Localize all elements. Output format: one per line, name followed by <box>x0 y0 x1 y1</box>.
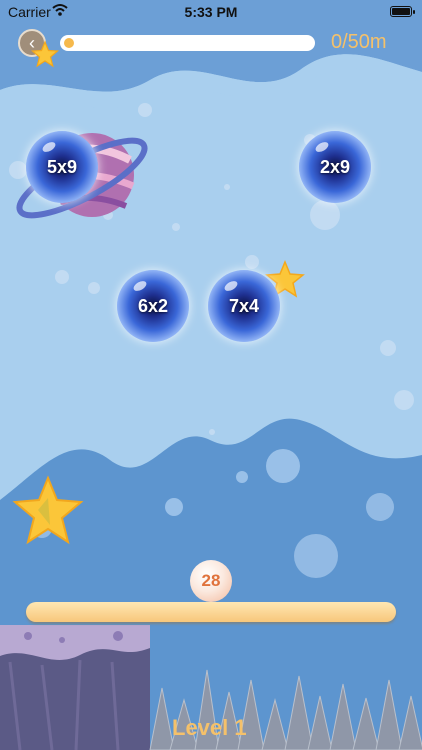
bubble-label: 6x2 <box>137 295 169 316</box>
answer-bubble[interactable]: 7x4 <box>208 270 280 342</box>
distance-progress-bar <box>60 35 315 51</box>
answer-bubble[interactable]: 2x9 <box>299 131 371 203</box>
progress-marker <box>64 38 74 48</box>
distance-counter: 0/50m <box>331 31 387 53</box>
bubble-label: 7x4 <box>228 295 260 316</box>
answer-bubble[interactable]: 6x2 <box>117 270 189 342</box>
bubble-label: 2x9 <box>319 156 351 177</box>
status-bar: Carrier 5:33 PM <box>0 0 422 24</box>
clock: 5:33 PM <box>184 4 238 20</box>
answer-bubble[interactable]: 5x9 <box>26 131 98 203</box>
level-label: Level 1 <box>172 715 247 740</box>
game-background <box>0 0 422 750</box>
paddle[interactable] <box>26 602 396 622</box>
star-icon <box>30 40 60 68</box>
battery-icon <box>390 6 415 17</box>
bubble-label: 5x9 <box>46 156 78 177</box>
answer-ball: 28 <box>190 560 232 602</box>
